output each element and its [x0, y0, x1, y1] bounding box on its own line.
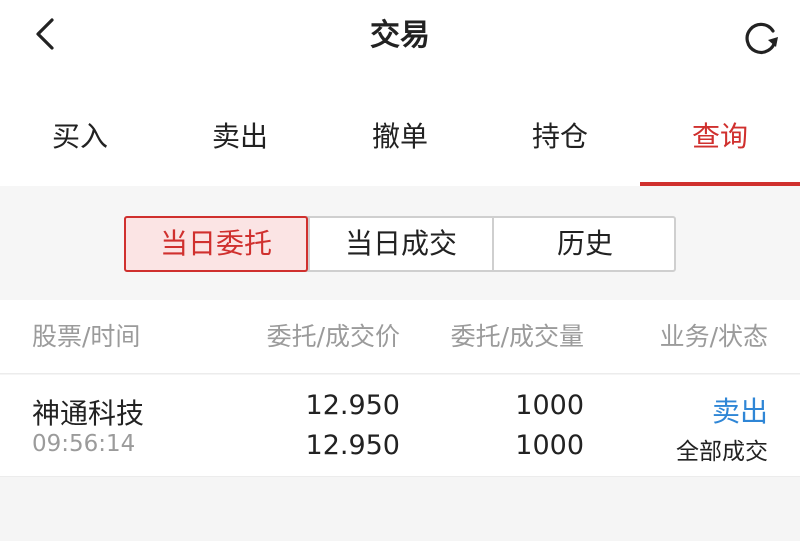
order-price: 12.950	[305, 390, 400, 421]
table-header: 股票/时间 委托/成交价 委托/成交量 业务/状态	[0, 300, 800, 374]
business-type[interactable]: 卖出	[712, 390, 768, 430]
segment-area: 当日成交 历史 当日委托	[0, 186, 800, 300]
segment-history[interactable]: 历史	[492, 218, 676, 270]
table-row[interactable]: 神通科技 09:56:14 12.950 12.950 1000 1000 卖出…	[0, 375, 800, 477]
stock-name: 神通科技	[32, 397, 145, 430]
tab-query[interactable]: 查询	[640, 78, 800, 186]
app-header: 交易	[0, 0, 800, 78]
tab-sell[interactable]: 卖出	[160, 78, 320, 186]
refresh-icon	[745, 22, 778, 54]
deal-quantity: 1000	[515, 430, 584, 461]
page-title: 交易	[370, 18, 430, 53]
column-business-status: 业务/状态	[659, 322, 768, 351]
column-price: 委托/成交价	[266, 322, 400, 351]
column-stock-time: 股票/时间	[32, 322, 141, 351]
refresh-button[interactable]	[740, 16, 782, 58]
tab-positions[interactable]: 持仓	[480, 78, 640, 186]
column-quantity: 委托/成交量	[450, 322, 584, 351]
tab-buy[interactable]: 买入	[0, 78, 160, 186]
query-segmented-control: 当日成交 历史 当日委托	[124, 216, 676, 272]
trade-tabs: 买入 卖出 撤单 持仓 查询	[0, 78, 800, 186]
segment-today-deals[interactable]: 当日成交	[308, 218, 492, 270]
empty-area	[0, 478, 800, 541]
segment-today-orders[interactable]: 当日委托	[124, 216, 308, 272]
order-time: 09:56:14	[32, 431, 136, 457]
deal-price: 12.950	[305, 430, 400, 461]
order-quantity: 1000	[515, 390, 584, 421]
tab-cancel[interactable]: 撤单	[320, 78, 480, 186]
order-status: 全部成交	[676, 439, 768, 465]
